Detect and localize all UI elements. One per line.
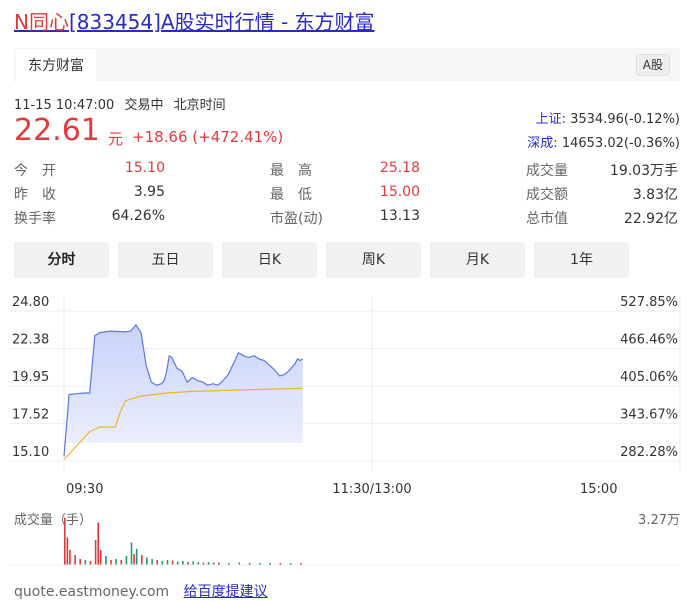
tab-1year[interactable]: 1年: [534, 242, 629, 278]
y-pct-label: 527.85%: [620, 295, 678, 310]
stat-low-value: 15.00: [379, 184, 420, 200]
y-pct-label: 466.46%: [620, 333, 678, 348]
y-price-label: 15.10: [12, 445, 49, 460]
volume-bar: [146, 557, 148, 565]
stat-amount-value: 3.83亿: [632, 187, 678, 203]
x-tick-label: 11:30/13:00: [332, 482, 411, 497]
y-price-label: 17.52: [12, 408, 49, 423]
volume-bar: [120, 560, 123, 565]
footer: quote.eastmoney.com 给百度提建议: [14, 581, 268, 601]
price-area: [64, 324, 303, 457]
volume-bar: [74, 555, 76, 565]
stat-volume-label: 成交量: [526, 163, 568, 179]
index-shanghai-name: 上证:: [535, 112, 566, 127]
volume-bar: [110, 560, 112, 565]
tab-daily-k[interactable]: 日K: [222, 242, 317, 278]
y-pct-label: 343.67%: [620, 408, 678, 423]
volume-bar: [166, 560, 169, 565]
volume-bar: [79, 559, 81, 565]
y-price-label: 22.38: [12, 333, 49, 348]
volume-bar: [156, 560, 158, 565]
volume-bar: [94, 540, 97, 565]
index-shenzhen-name: 深成:: [527, 136, 558, 151]
title-rest: [833454]A股实时行情 - 东方财富: [68, 10, 375, 34]
intraday-chart: 24.80 22.38 19.95 17.52 15.10 527.85% 466.46% 4…: [10, 295, 681, 566]
volume-bar: [192, 561, 194, 565]
volume-max: 3.27万: [638, 513, 680, 528]
stat-volume-value: 19.03万手: [609, 163, 678, 179]
market-badge: A股: [635, 54, 670, 76]
trading-status: 交易中: [124, 98, 164, 113]
stat-low-label: 最 低: [270, 187, 312, 203]
volume-bar: [97, 522, 99, 565]
stat-amount-label: 成交额: [526, 187, 568, 203]
volume-bar: [66, 537, 69, 565]
volume-bar: [125, 556, 128, 565]
volume-bar: [151, 559, 153, 565]
stat-high-value: 25.18: [379, 160, 420, 176]
stat-prev-value: 3.95: [133, 184, 165, 200]
stat-pe-label: 市盈(动): [270, 211, 323, 227]
stat-turnover-label: 换手率: [14, 211, 56, 227]
index-shanghai-value: 3534.96(-0.12%): [570, 112, 680, 127]
volume-bar: [130, 542, 133, 565]
tab-monthly-k[interactable]: 月K: [430, 242, 525, 278]
title-prefix: N同心: [14, 10, 69, 34]
index-shenzhen-value: 14653.02(-0.36%): [561, 136, 680, 151]
volume-bar: [135, 549, 138, 565]
stat-prev-label: 昨 收: [14, 187, 56, 203]
quote-meta: 11-15 10:47:00 交易中 北京时间: [14, 94, 232, 113]
y-pct-label: 282.28%: [620, 445, 678, 460]
stat-mcap-value: 22.92亿: [623, 211, 678, 227]
stat-open-value: 15.10: [124, 160, 165, 176]
stat-turnover-value: 64.26%: [111, 208, 165, 224]
volume-bar: [84, 560, 87, 565]
volume-bar: [105, 556, 107, 565]
tab-eastmoney[interactable]: 东方财富: [16, 50, 96, 82]
tab-intraday[interactable]: 分时: [14, 242, 109, 278]
volume-label: 成交量（手）: [14, 513, 93, 528]
x-tick-label: 09:30: [66, 482, 103, 497]
stat-open-label: 今 开: [14, 163, 56, 179]
tab-weekly-k[interactable]: 周K: [326, 242, 421, 278]
footer-site: quote.eastmoney.com: [14, 584, 170, 600]
y-price-label: 19.95: [12, 370, 49, 385]
price-change: +18.66 (+472.41%): [132, 128, 284, 146]
y-pct-label: 405.06%: [620, 370, 678, 385]
volume-bar: [176, 561, 179, 565]
stat-high-label: 最 高: [270, 163, 312, 179]
timezone-label: 北京时间: [173, 98, 226, 113]
x-tick-label: 15:00: [580, 482, 617, 497]
volume-bar: [89, 561, 92, 565]
stat-mcap-label: 总市值: [526, 211, 568, 227]
source-tabbar: 东方财富 A股: [14, 48, 680, 82]
y-price-label: 24.80: [12, 295, 49, 310]
tab-5day[interactable]: 五日: [118, 242, 213, 278]
volume-bar: [99, 550, 102, 565]
volume-bar: [141, 555, 143, 565]
quote-datetime: 11-15 10:47:00: [14, 98, 115, 113]
feedback-link[interactable]: 给百度提建议: [184, 584, 268, 600]
volume-bar: [115, 559, 117, 565]
volume-bar: [69, 550, 71, 565]
volume-bar: [161, 561, 164, 565]
volume-bar: [133, 554, 135, 565]
index-shenzhen[interactable]: 深成: 14653.02(-0.36%): [527, 132, 680, 151]
page-title[interactable]: N同心[833454]A股实时行情 - 东方财富: [14, 6, 375, 35]
current-price: 22.61: [14, 113, 100, 148]
volume-bar: [171, 560, 174, 565]
stat-pe-value: 13.13: [379, 208, 420, 224]
volume-bar: [182, 561, 184, 565]
index-shanghai[interactable]: 上证: 3534.96(-0.12%): [536, 108, 680, 127]
price-unit: 元: [108, 130, 124, 148]
